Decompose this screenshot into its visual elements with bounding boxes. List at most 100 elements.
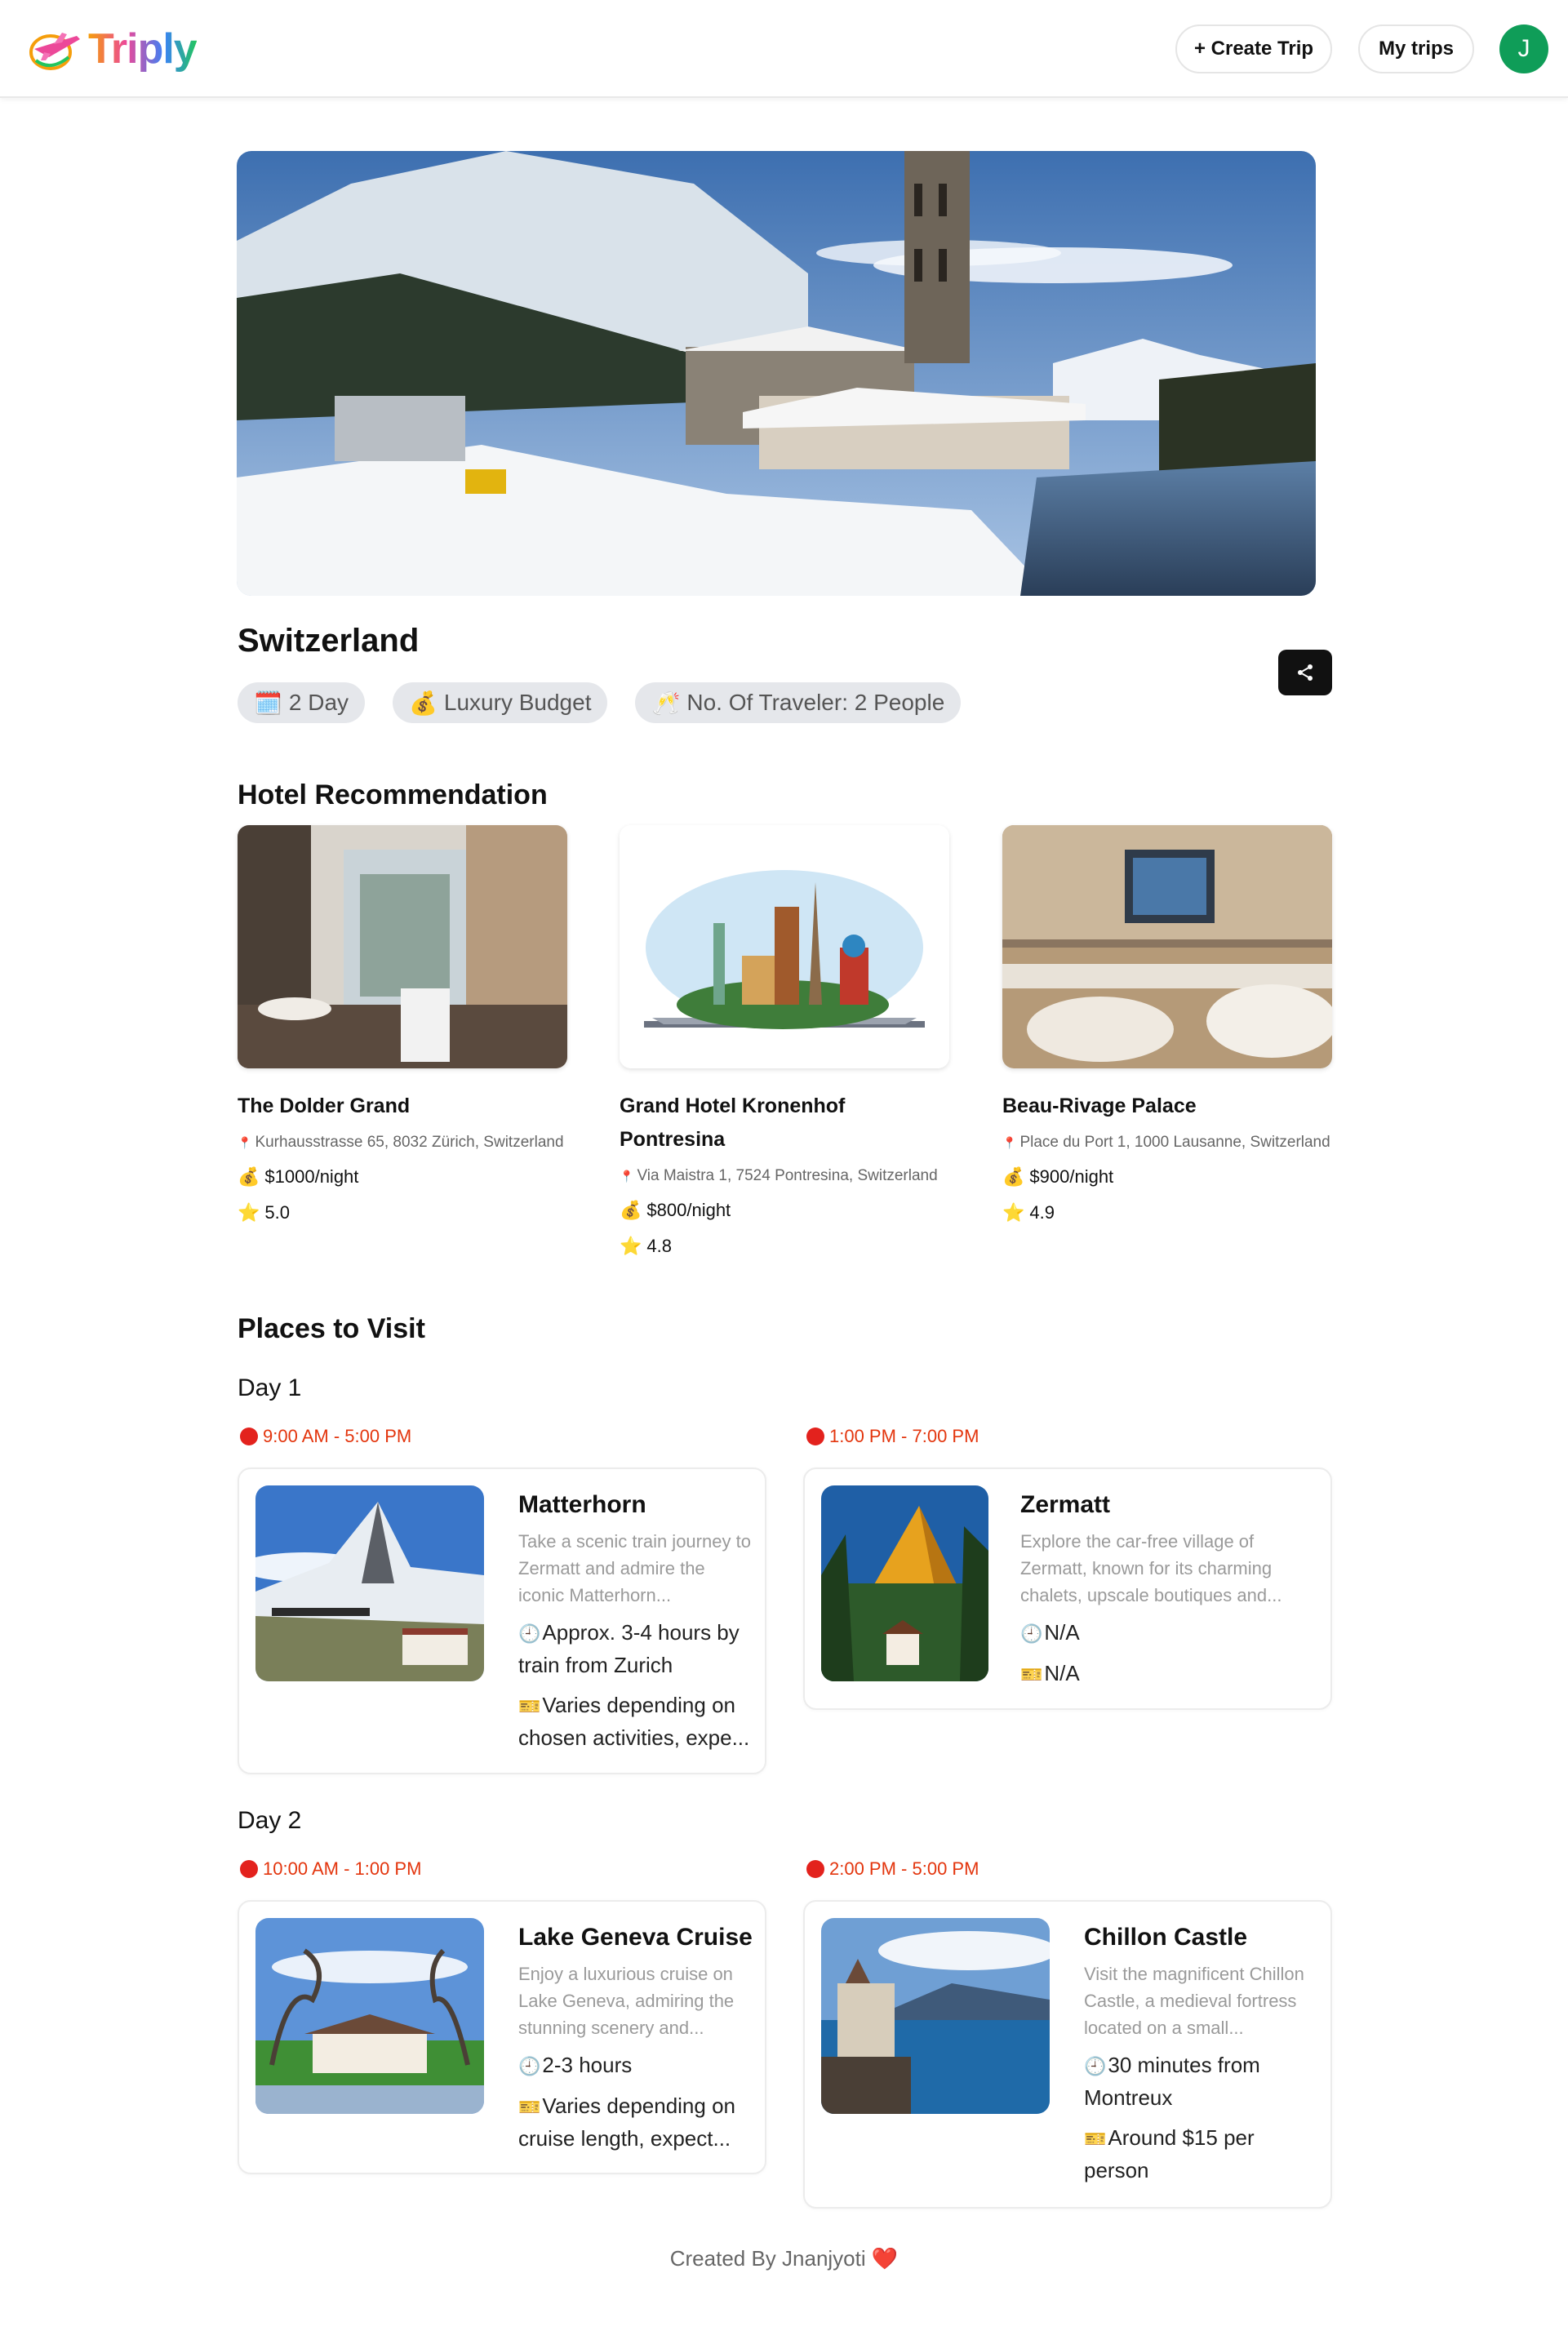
ticket-text: N/A bbox=[1044, 1661, 1080, 1685]
place-card[interactable]: Lake Geneva Cruise Enjoy a luxurious cru… bbox=[238, 1900, 766, 2174]
hotel-name: The Dolder Grand bbox=[238, 1094, 411, 1117]
hotel-address: 📍 Place du Port 1, 1000 Lausanne, Switzer… bbox=[1002, 1131, 1332, 1154]
hotel-rating: ⭐ 4.9 bbox=[1002, 1198, 1332, 1228]
ticket-text: Varies depending on chosen activities, e… bbox=[518, 1693, 750, 1750]
place-image bbox=[255, 1485, 484, 1681]
travelers-icon: 🥂 bbox=[651, 690, 681, 716]
place-ticket: 🎫Around $15 per person bbox=[1084, 2122, 1321, 2187]
logo-text: Triply bbox=[88, 25, 198, 73]
duration-text: N/A bbox=[1044, 1620, 1080, 1645]
hotel-name: Beau-Rivage Palace bbox=[1002, 1094, 1197, 1117]
my-trips-button[interactable]: My trips bbox=[1358, 24, 1474, 73]
pin-icon: 📍 bbox=[238, 1136, 252, 1149]
hotel-rating-text: 4.9 bbox=[1029, 1202, 1055, 1223]
hotel-image bbox=[1002, 825, 1332, 1068]
red-dot-icon bbox=[240, 1427, 258, 1445]
place-name: Zermatt bbox=[1020, 1491, 1111, 1518]
footer-text: Created By Jnanjyoti bbox=[669, 2246, 866, 2271]
travelers-value: No. Of Traveler: 2 People bbox=[686, 690, 945, 715]
place-image bbox=[255, 1918, 484, 2114]
place-description: Explore the car-free village of Zermatt,… bbox=[1020, 1531, 1282, 1605]
duration-text: 2-3 hours bbox=[542, 2053, 633, 2077]
place-duration: 🕘2-3 hours bbox=[518, 2049, 755, 2082]
places-section-title: Places to Visit bbox=[238, 1313, 425, 1344]
ticket-icon: 🎫 bbox=[1020, 1664, 1043, 1685]
hotel-card[interactable]: Beau-Rivage Palace 📍 Place du Port 1, 100… bbox=[1002, 825, 1332, 1228]
money-bag-icon: 💰 bbox=[409, 690, 438, 716]
day-label: Day 2 bbox=[238, 1807, 302, 1834]
place-image bbox=[821, 1918, 1050, 2114]
place-card[interactable]: Matterhorn Take a scenic train journey t… bbox=[238, 1467, 766, 1774]
pin-icon: 📍 bbox=[620, 1170, 634, 1183]
hotel-card[interactable]: The Dolder Grand 📍 Kurhausstrasse 65, 803… bbox=[238, 825, 567, 1228]
hotel-card[interactable]: Grand Hotel Kronenhof Pontresina 📍 Via Ma… bbox=[620, 825, 949, 1261]
hotel-price-text: $800/night bbox=[646, 1200, 731, 1220]
place-duration: 🕘30 minutes from Montreux bbox=[1084, 2049, 1321, 2114]
calendar-icon: 🗓️ bbox=[254, 690, 282, 716]
hotel-address-text: Place du Port 1, 1000 Lausanne, Switzerl… bbox=[1019, 1134, 1330, 1151]
hotel-name: Grand Hotel Kronenhof Pontresina bbox=[620, 1094, 846, 1151]
place-body: Zermatt Explore the car-free village of … bbox=[1020, 1489, 1316, 1690]
clock-icon: 🕘 bbox=[518, 1623, 541, 1644]
place-card[interactable]: Chillon Castle Visit the magnificent Chi… bbox=[803, 1900, 1332, 2209]
pin-icon: 📍 bbox=[1002, 1136, 1017, 1149]
destination-title: Switzerland bbox=[238, 623, 420, 659]
hotel-image bbox=[620, 825, 949, 1068]
hotel-price-text: $1000/night bbox=[264, 1166, 359, 1187]
place-ticket: 🎫Varies depending on chosen activities, … bbox=[518, 1689, 755, 1754]
ticket-icon: 🎫 bbox=[518, 1696, 541, 1716]
hotel-rating-text: 5.0 bbox=[264, 1202, 290, 1223]
day-label: Day 1 bbox=[238, 1374, 302, 1401]
trip-info-chips: 🗓️ 2 Day 💰 Luxury Budget 🥂 No. Of Travel… bbox=[238, 682, 962, 723]
top-header: Triply + Create Trip My trips J bbox=[0, 0, 1568, 98]
hotel-price: 💰 $800/night bbox=[620, 1196, 949, 1225]
time-slot: 10:00 AM - 1:00 PM bbox=[240, 1858, 421, 1880]
time-slot: 9:00 AM - 5:00 PM bbox=[240, 1426, 411, 1447]
place-description: Enjoy a luxurious cruise on Lake Geneva,… bbox=[518, 1964, 735, 2038]
ticket-icon: 🎫 bbox=[518, 2097, 541, 2117]
duration-text: Approx. 3-4 hours by train from Zurich bbox=[518, 1620, 740, 1677]
hotel-image bbox=[238, 825, 567, 1068]
time-slot: 1:00 PM - 7:00 PM bbox=[806, 1426, 979, 1447]
share-icon bbox=[1298, 664, 1313, 681]
hotel-price: 💰 $900/night bbox=[1002, 1162, 1332, 1192]
budget-chip: 💰 Luxury Budget bbox=[393, 682, 608, 723]
money-bag-icon: 💰 bbox=[1002, 1166, 1025, 1187]
place-name: Matterhorn bbox=[518, 1491, 646, 1518]
place-body: Lake Geneva Cruise Enjoy a luxurious cru… bbox=[518, 1921, 755, 2155]
place-ticket: 🎫N/A bbox=[1020, 1658, 1316, 1690]
place-card[interactable]: Zermatt Explore the car-free village of … bbox=[803, 1467, 1332, 1710]
heart-icon: ❤️ bbox=[871, 2246, 899, 2271]
clock-icon: 🕘 bbox=[518, 2056, 541, 2076]
hotel-price: 💰 $1000/night bbox=[238, 1162, 567, 1192]
triply-logo[interactable]: Triply bbox=[26, 21, 198, 77]
hotel-price-text: $900/night bbox=[1029, 1166, 1114, 1187]
place-duration: 🕘Approx. 3-4 hours by train from Zurich bbox=[518, 1617, 755, 1681]
days-chip: 🗓️ 2 Day bbox=[238, 682, 366, 723]
place-name: Lake Geneva Cruise bbox=[518, 1924, 753, 1951]
hotel-address: 📍 Via Maistra 1, 7524 Pontresina, Switzer… bbox=[620, 1165, 949, 1188]
hotel-address-text: Via Maistra 1, 7524 Pontresina, Switzerl… bbox=[637, 1167, 938, 1184]
footer: Created By Jnanjyoti ❤️ bbox=[0, 2246, 1568, 2271]
red-dot-icon bbox=[240, 1860, 258, 1878]
share-button[interactable] bbox=[1278, 650, 1332, 695]
ticket-text: Around $15 per person bbox=[1084, 2125, 1255, 2182]
red-dot-icon bbox=[806, 1427, 824, 1445]
time-text: 10:00 AM - 1:00 PM bbox=[263, 1858, 422, 1879]
place-duration: 🕘N/A bbox=[1020, 1617, 1316, 1649]
money-bag-icon: 💰 bbox=[620, 1200, 642, 1220]
travelers-chip: 🥂 No. Of Traveler: 2 People bbox=[635, 682, 962, 723]
ticket-icon: 🎫 bbox=[1084, 2129, 1107, 2149]
place-description: Visit the magnificent Chillon Castle, a … bbox=[1084, 1964, 1304, 2038]
create-trip-button[interactable]: + Create Trip bbox=[1175, 24, 1332, 73]
user-avatar[interactable]: J bbox=[1499, 24, 1548, 73]
duration-text: 30 minutes from Montreux bbox=[1084, 2053, 1260, 2110]
place-body: Chillon Castle Visit the magnificent Chi… bbox=[1084, 1921, 1321, 2187]
hotel-address-text: Kurhausstrasse 65, 8032 Zürich, Switzerl… bbox=[255, 1134, 564, 1151]
place-description: Take a scenic train journey to Zermatt a… bbox=[518, 1531, 751, 1605]
ticket-text: Varies depending on cruise length, expec… bbox=[518, 2093, 735, 2151]
hotel-rating-text: 4.8 bbox=[646, 1236, 672, 1256]
hotel-rating: ⭐ 5.0 bbox=[238, 1198, 567, 1228]
time-text: 1:00 PM - 7:00 PM bbox=[829, 1426, 979, 1446]
hotel-address: 📍 Kurhausstrasse 65, 8032 Zürich, Switzer… bbox=[238, 1131, 567, 1154]
